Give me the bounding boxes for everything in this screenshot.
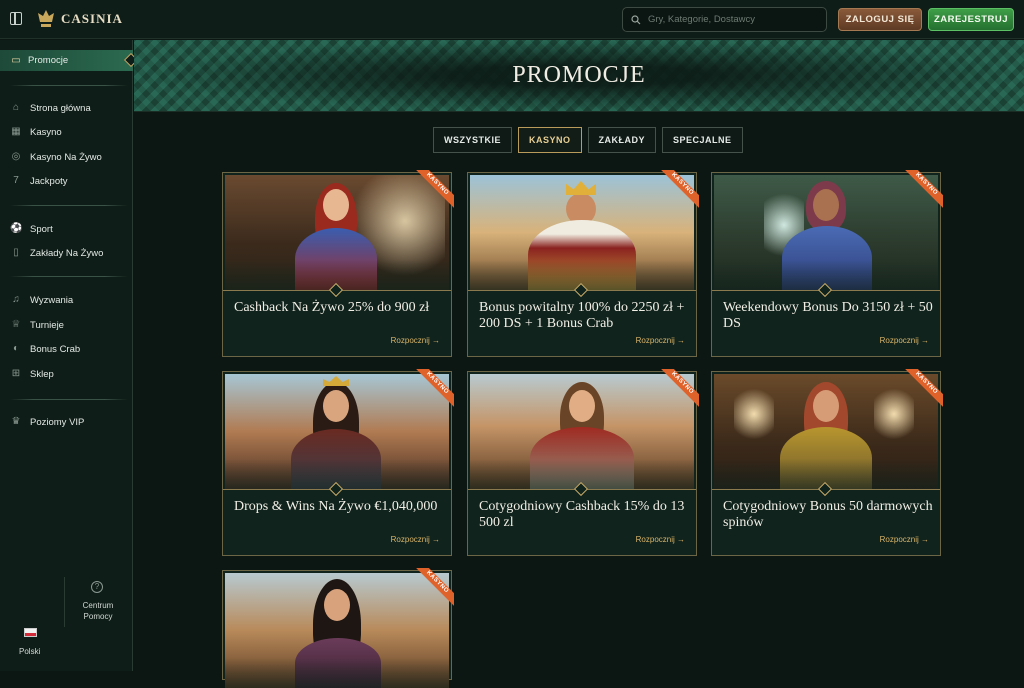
promo-title: Weekendowy Bonus Do 3150 zł + 50 DS (723, 300, 933, 331)
promo-filter-tabs: WSZYSTKIE KASYNO ZAKŁADY SPECJALNE (433, 127, 743, 153)
sidebar-item-label: Kasyno (30, 126, 62, 138)
promo-title: Cotygodniowy Cashback 15% do 13 500 zl (479, 499, 685, 530)
page-title: PROMOCJE (512, 62, 646, 88)
sidebar-item-jackpots[interactable]: 7 Jackpoty (10, 172, 68, 190)
sidebar-divider (10, 205, 128, 206)
promo-title: Cotygodniowy Bonus 50 darmowych spinów (723, 499, 933, 530)
promo-card[interactable]: KASYNO Drops & Wins Na Żywo €1,040,000 R… (222, 369, 454, 556)
sidebar-item-casino[interactable]: ▦ Kasyno (10, 123, 62, 141)
search-icon (631, 14, 641, 24)
promo-title: Cashback Na Żywo 25% do 900 zł (234, 300, 430, 315)
category-badge: KASYNO (899, 170, 943, 214)
sidebar-item-label: Bonus Crab (30, 343, 81, 355)
sidebar-item-label: Turnieje (30, 319, 64, 331)
shop-icon: ⊞ (11, 368, 21, 379)
sidebar-item-label: Jackpoty (30, 175, 68, 187)
promo-card[interactable]: KASYNO Cotygodniowy Cashback 15% do 13 5… (467, 369, 699, 556)
promo-card[interactable]: KASYNO (222, 568, 454, 688)
tab-special[interactable]: SPECJALNE (662, 127, 743, 153)
search-input[interactable] (648, 14, 818, 25)
category-badge: KASYNO (410, 170, 454, 214)
live-bet-icon: ▯ (13, 247, 19, 258)
category-badge: KASYNO (899, 369, 943, 413)
promo-start-link[interactable]: Rozpocznij → (880, 336, 929, 345)
promo-start-link[interactable]: Rozpocznij → (636, 535, 685, 544)
badge-label: KASYNO (656, 369, 699, 409)
top-bar: CASINIA ZALOGUJ SIĘ ZAREJESTRUJ (0, 0, 1024, 39)
badge-label: KASYNO (656, 170, 699, 210)
tab-casino[interactable]: KASYNO (518, 127, 582, 153)
sidebar-item-label: Strona główna (30, 102, 91, 114)
sidebar-toggle-icon[interactable] (10, 12, 22, 25)
sidebar-item-label: Sklep (30, 368, 54, 380)
badge-label: KASYNO (900, 369, 943, 409)
sidebar-item-bonus-crab[interactable]: ◐ Bonus Crab (10, 340, 80, 358)
promo-card[interactable]: KASYNO Bonus powitalny 100% do 2250 zł +… (467, 170, 699, 357)
crown-icon: ♛ (11, 416, 21, 427)
promo-start-link[interactable]: Rozpocznij → (391, 535, 440, 544)
help-center-label[interactable]: Centrum Pomocy (76, 600, 120, 622)
sidebar-item-live-bets[interactable]: ▯ Zakłady Na Żywo (10, 244, 103, 262)
crab-icon: ◐ (12, 343, 20, 354)
language-label[interactable]: Polski (19, 647, 40, 656)
sidebar-divider (10, 85, 128, 86)
home-icon: ⌂ (12, 102, 20, 113)
badge-label: KASYNO (411, 170, 454, 210)
category-badge: KASYNO (655, 369, 699, 413)
promo-card[interactable]: KASYNO Cotygodniowy Bonus 50 darmowych s… (711, 369, 943, 556)
category-badge: KASYNO (655, 170, 699, 214)
tab-all[interactable]: WSZYSTKIE (433, 127, 513, 153)
badge-label: KASYNO (900, 170, 943, 210)
sidebar-item-promotions[interactable]: ▭ Promocje (0, 50, 133, 71)
promo-start-link[interactable]: Rozpocznij → (880, 535, 929, 544)
badge-label: KASYNO (411, 369, 454, 409)
footer-divider (64, 577, 65, 627)
live-casino-icon: ◎ (11, 151, 21, 162)
sidebar-item-vip[interactable]: ♛ Poziomy VIP (10, 413, 85, 431)
ball-icon: ⚽ (10, 223, 23, 234)
sidebar-item-label: Promocje (28, 55, 69, 66)
sidebar-item-label: Poziomy VIP (30, 416, 85, 428)
category-badge: KASYNO (410, 369, 454, 413)
casino-icon: ▦ (11, 126, 21, 137)
category-badge: KASYNO (410, 568, 454, 612)
sidebar-item-challenges[interactable]: ♫ Wyzwania (10, 291, 73, 309)
sidebar-item-tournaments[interactable]: ♕ Turnieje (10, 316, 64, 334)
register-button[interactable]: ZAREJESTRUJ (928, 8, 1014, 31)
sidebar-item-sport[interactable]: ⚽ Sport (10, 220, 53, 238)
sidebar-item-home[interactable]: ⌂ Strona główna (10, 99, 91, 117)
poland-flag-icon[interactable] (24, 628, 37, 637)
sidebar-item-label: Kasyno Na Żywo (30, 151, 102, 163)
tab-bets[interactable]: ZAKŁADY (587, 127, 657, 153)
gift-icon: ▭ (11, 54, 21, 66)
jackpot-icon: 7 (13, 175, 19, 186)
sidebar-item-label: Sport (30, 223, 53, 235)
sidebar-item-shop[interactable]: ⊞ Sklep (10, 365, 54, 383)
login-button[interactable]: ZALOGUJ SIĘ (838, 8, 922, 31)
sidebar-divider (10, 276, 128, 277)
promo-title: Drops & Wins Na Żywo €1,040,000 (234, 499, 438, 514)
search-box[interactable] (622, 7, 827, 32)
trophy-icon: ♕ (11, 319, 21, 330)
logo-crown-icon (38, 10, 54, 27)
badge-label: KASYNO (411, 568, 454, 608)
promo-card[interactable]: KASYNO Weekendowy Bonus Do 3150 zł + 50 … (711, 170, 943, 357)
bell-icon: ♫ (12, 294, 20, 305)
sidebar-item-live-casino[interactable]: ◎ Kasyno Na Żywo (10, 148, 102, 166)
promo-title: Bonus powitalny 100% do 2250 zł + 200 DS… (479, 300, 685, 331)
promo-start-link[interactable]: Rozpocznij → (636, 336, 685, 345)
sidebar: ▭ Promocje ⌂ Strona główna ▦ Kasyno ◎ Ka… (0, 40, 133, 671)
promo-card[interactable]: KASYNO Cashback Na Żywo 25% do 900 zł Ro… (222, 170, 454, 357)
logo[interactable]: CASINIA (35, 8, 123, 30)
help-icon[interactable]: ? (91, 581, 103, 593)
sidebar-item-label: Wyzwania (30, 294, 74, 306)
promo-start-link[interactable]: Rozpocznij → (391, 336, 440, 345)
logo-text: CASINIA (61, 11, 123, 26)
sidebar-divider (10, 399, 128, 400)
sidebar-item-label: Zakłady Na Żywo (30, 247, 104, 259)
